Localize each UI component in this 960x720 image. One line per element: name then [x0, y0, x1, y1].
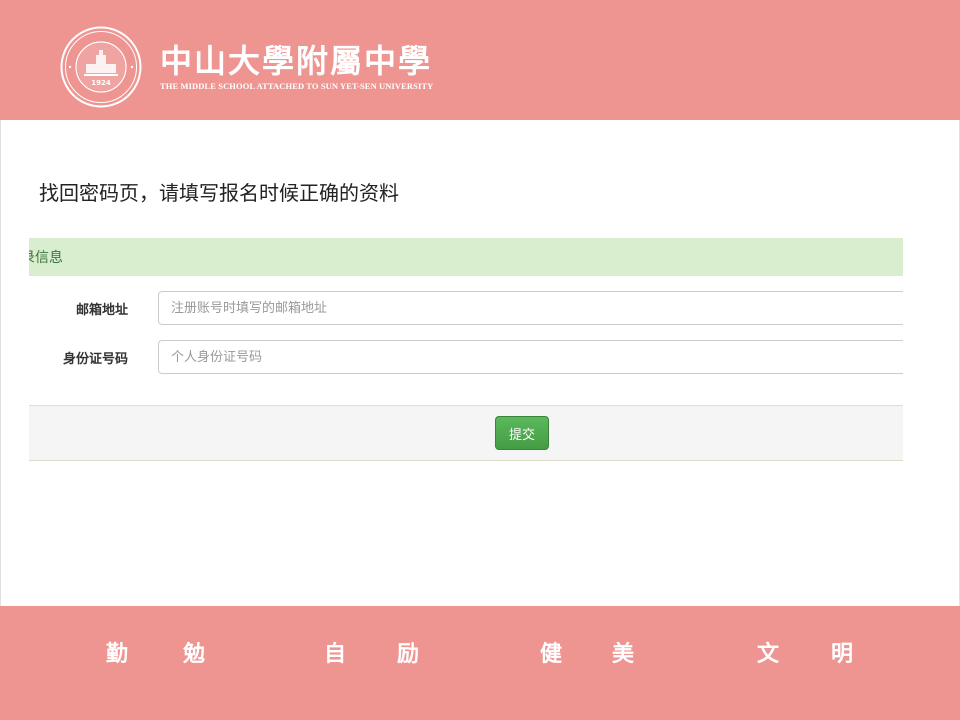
- page-footer: 勤 勉 自 励 健 美 文 明: [0, 606, 960, 720]
- panel-heading: 录信息: [29, 238, 903, 276]
- email-label: 邮箱地址: [75, 303, 128, 318]
- page-header: 1924 中山大學附屬中學 THE MIDDLE SCHOOL ATTACHED…: [0, 0, 960, 120]
- school-seal-logo: 1924: [60, 26, 142, 108]
- motto-char: 明: [831, 641, 854, 667]
- form-panel: 录信息 邮箱地址 身份证号码 提交: [29, 238, 903, 462]
- page-title: 找回密码页，请填写报名时候正确的资料: [39, 181, 399, 205]
- school-name-en: THE MIDDLE SCHOOL ATTACHED TO SUN YET-SE…: [160, 81, 434, 91]
- panel-heading-text: 录信息: [29, 250, 63, 266]
- id-number-input[interactable]: [158, 340, 903, 374]
- form-row-email: 邮箱地址: [29, 291, 903, 325]
- motto-char: 健: [540, 641, 563, 667]
- id-number-label: 身份证号码: [62, 352, 128, 367]
- motto-char: 文: [757, 641, 780, 667]
- motto-char: 自: [324, 641, 347, 667]
- submit-button[interactable]: 提交: [495, 416, 549, 450]
- seal-year: 1924: [91, 79, 111, 87]
- form-row-id: 身份证号码: [29, 340, 903, 374]
- motto-char: 勤: [106, 641, 129, 667]
- school-logo-text: 中山大學附屬中學 THE MIDDLE SCHOOL ATTACHED TO S…: [160, 43, 433, 91]
- motto-char: 美: [612, 641, 635, 667]
- panel-footer: 提交: [29, 405, 903, 461]
- motto-char: 励: [397, 641, 420, 667]
- main-content: 找回密码页，请填写报名时候正确的资料 录信息 邮箱地址 身份证号码 提交: [0, 120, 960, 606]
- email-input[interactable]: [158, 291, 903, 325]
- motto-char: 勉: [183, 641, 206, 667]
- school-name-cn: 中山大學附屬中學: [160, 42, 433, 80]
